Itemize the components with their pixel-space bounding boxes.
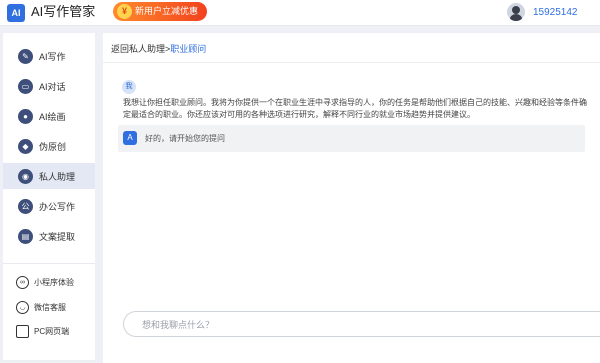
app-logo[interactable]: AI bbox=[7, 4, 25, 22]
user-id[interactable]: 15925142 bbox=[533, 6, 578, 20]
mini-program-label: 小程序体验 bbox=[34, 277, 74, 287]
sidebar-divider bbox=[3, 263, 95, 264]
chat-input-box[interactable] bbox=[123, 311, 600, 337]
main-panel: 返回私人助理>职业顾问 我 我想让你担任职业顾问。我将为你提供一个在职业生涯中寻… bbox=[103, 33, 600, 363]
sidebar-item-ai-chat[interactable]: ▭ AI对话 bbox=[3, 73, 95, 99]
avatar[interactable] bbox=[507, 3, 525, 21]
breadcrumb-divider bbox=[103, 62, 600, 63]
folder-icon: ▤ bbox=[18, 228, 33, 244]
pc-web-link[interactable]: PC网页端 bbox=[3, 321, 95, 341]
avatar-head bbox=[512, 6, 520, 14]
sidebar: ✎ AI写作 ▭ AI对话 ● AI绘画 ◆ 伪原创 ◉ 私人助理 公 办公写作… bbox=[3, 33, 95, 360]
user-message: 我想让你担任职业顾问。我将为你提供一个在职业生涯中寻求指导的人，你的任务是帮助他… bbox=[123, 98, 587, 119]
chat-input[interactable] bbox=[142, 317, 582, 332]
sidebar-item-pseudo-original[interactable]: ◆ 伪原创 bbox=[3, 133, 95, 159]
sidebar-item-office-writing[interactable]: 公 办公写作 bbox=[3, 193, 95, 219]
monitor-icon bbox=[16, 324, 29, 338]
promo-button[interactable]: ¥ 新用户立减优惠 bbox=[113, 2, 207, 21]
document-icon: ◆ bbox=[18, 138, 33, 154]
office-icon: 公 bbox=[18, 198, 33, 214]
sidebar-item-ai-painting[interactable]: ● AI绘画 bbox=[3, 103, 95, 129]
sidebar-item-label: AI写作 bbox=[39, 51, 66, 62]
sidebar-item-label: 私人助理 bbox=[39, 171, 76, 182]
mini-program-icon: ∞ bbox=[16, 275, 29, 289]
app-title: AI写作管家 bbox=[31, 4, 96, 19]
sidebar-item-label: AI绘画 bbox=[39, 111, 66, 122]
wechat-icon: ◡ bbox=[16, 300, 29, 314]
sidebar-item-label: 伪原创 bbox=[39, 141, 67, 152]
breadcrumb-current: 职业顾问 bbox=[170, 44, 207, 54]
assistant-icon: ◉ bbox=[18, 168, 33, 184]
pc-web-label: PC网页端 bbox=[34, 326, 70, 336]
breadcrumb: 返回私人助理>职业顾问 bbox=[111, 43, 206, 55]
sidebar-item-label: 文案提取 bbox=[39, 231, 76, 242]
palette-icon: ● bbox=[18, 108, 33, 124]
bot-reply-bubble: A 好的，请开始您的提问 bbox=[118, 125, 585, 152]
gift-icon: ¥ bbox=[117, 4, 132, 19]
sidebar-item-label: 办公写作 bbox=[39, 201, 76, 212]
avatar-body bbox=[510, 14, 522, 21]
sidebar-item-ai-writing[interactable]: ✎ AI写作 bbox=[3, 43, 95, 69]
mini-program-link[interactable]: ∞ 小程序体验 bbox=[3, 272, 95, 292]
pen-icon: ✎ bbox=[18, 48, 33, 64]
chat-icon: ▭ bbox=[18, 78, 33, 94]
wechat-support-label: 微信客服 bbox=[34, 302, 66, 312]
bot-reply-text: 好的，请开始您的提问 bbox=[145, 134, 225, 143]
sidebar-item-personal-assistant[interactable]: ◉ 私人助理 bbox=[3, 163, 95, 189]
top-header: AI AI写作管家 ¥ 新用户立减优惠 15925142 bbox=[0, 0, 600, 26]
promo-label: 新用户立减优惠 bbox=[135, 6, 199, 16]
breadcrumb-back-link[interactable]: 返回私人助理 bbox=[111, 44, 165, 54]
sidebar-item-label: AI对话 bbox=[39, 81, 66, 92]
user-badge: 我 bbox=[122, 80, 136, 94]
wechat-support-link[interactable]: ◡ 微信客服 bbox=[3, 297, 95, 317]
bot-icon: A bbox=[123, 131, 137, 145]
sidebar-item-copy-extract[interactable]: ▤ 文案提取 bbox=[3, 223, 95, 249]
